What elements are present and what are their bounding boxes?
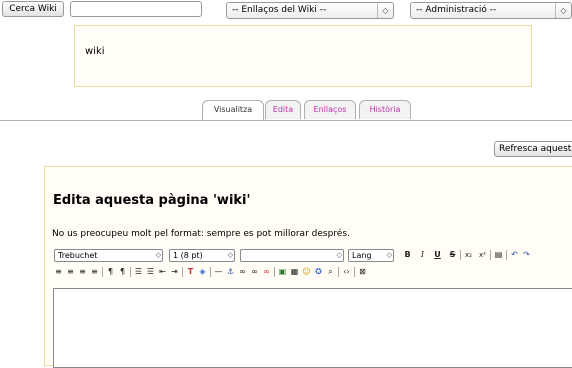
- align-right-icon[interactable]: ≡: [78, 267, 87, 277]
- italic-icon[interactable]: I: [418, 250, 427, 260]
- chevron-down-icon: ◇: [336, 251, 342, 259]
- underline-icon[interactable]: U: [433, 250, 442, 260]
- outdent-icon[interactable]: ⇤: [158, 267, 167, 277]
- tab-edita[interactable]: Edita: [265, 100, 301, 119]
- smiley-icon[interactable]: ☺: [302, 267, 311, 277]
- ltr-icon[interactable]: ¶: [106, 267, 115, 277]
- superscript-icon[interactable]: x²: [478, 250, 487, 260]
- chevron-down-icon: ◇: [227, 251, 233, 259]
- lang-value: Lang: [352, 251, 372, 260]
- anchor-icon[interactable]: ⚓: [226, 267, 235, 277]
- toolbar-separator: [506, 250, 507, 260]
- search-input[interactable]: [70, 1, 202, 17]
- special-char-icon[interactable]: ✪: [314, 267, 323, 277]
- align-center-icon[interactable]: ≡: [66, 267, 75, 277]
- unordered-list-icon[interactable]: ☰: [146, 267, 155, 277]
- bold-icon[interactable]: B: [403, 250, 412, 260]
- font-family-value: Trebuchet: [58, 251, 98, 260]
- wiki-links-select[interactable]: -- Enllaços del Wiki -- ◇: [226, 2, 394, 19]
- font-size-value: 1 (8 pt): [173, 251, 203, 260]
- text-color-icon[interactable]: T: [186, 267, 195, 277]
- wiki-name-box: wiki: [74, 25, 532, 87]
- wiki-links-select-label: -- Enllaços del Wiki --: [232, 5, 327, 15]
- tab-visualitza[interactable]: Visualitza: [202, 100, 264, 120]
- toolbar-separator: [354, 267, 355, 277]
- align-left-icon[interactable]: ≡: [54, 267, 63, 277]
- table-icon[interactable]: ▦: [290, 267, 299, 277]
- toolbar-separator: [182, 267, 183, 277]
- lang-select[interactable]: Lang ◇: [348, 249, 394, 262]
- background-color-icon[interactable]: ◈: [198, 267, 207, 277]
- chevron-down-icon: ◇: [555, 3, 571, 18]
- tab-enllacos[interactable]: Enllaços: [304, 100, 356, 119]
- editor-textarea[interactable]: [53, 288, 572, 368]
- toolbar-separator: [338, 267, 339, 277]
- search-replace-icon[interactable]: ⌕: [326, 267, 335, 277]
- administration-select-label: -- Administració --: [416, 5, 497, 15]
- font-family-select[interactable]: Trebuchet ◇: [54, 249, 163, 262]
- administration-select[interactable]: -- Administració -- ◇: [410, 2, 572, 19]
- link-icon[interactable]: ∞: [238, 267, 247, 277]
- refresh-button[interactable]: Refresca aquesta: [494, 141, 572, 157]
- indent-icon[interactable]: ⇥: [170, 267, 179, 277]
- chevron-down-icon: ◇: [155, 251, 161, 259]
- toolbar-separator: [102, 267, 103, 277]
- horizontal-rule-icon[interactable]: —: [214, 267, 223, 277]
- edit-heading: Edita aquesta pàgina 'wiki': [53, 193, 251, 208]
- toolbar-separator: [130, 267, 131, 277]
- edit-hint: No us preocupeu molt pel format: sempre …: [52, 229, 350, 239]
- chevron-down-icon: ◇: [386, 251, 392, 259]
- image-icon[interactable]: ▣: [278, 267, 287, 277]
- fullscreen-icon[interactable]: ⊠: [358, 267, 367, 277]
- wiki-name: wiki: [85, 46, 105, 57]
- toolbar-separator: [490, 250, 491, 260]
- nolink-icon[interactable]: ∞: [262, 267, 271, 277]
- subscript-icon[interactable]: x₂: [464, 250, 473, 260]
- align-justify-icon[interactable]: ≡: [90, 267, 99, 277]
- tab-divider: [0, 120, 572, 121]
- rtl-icon[interactable]: ¶: [118, 267, 127, 277]
- unlink-icon[interactable]: ∞: [250, 267, 259, 277]
- toolbar-separator: [274, 267, 275, 277]
- tab-historia[interactable]: Història: [359, 100, 411, 119]
- style-select[interactable]: ◇: [240, 249, 344, 262]
- undo-icon[interactable]: ↶: [510, 250, 519, 260]
- chevron-down-icon: ◇: [377, 3, 393, 18]
- toolbar-separator: [210, 267, 211, 277]
- ordered-list-icon[interactable]: ☰: [134, 267, 143, 277]
- redo-icon[interactable]: ↷: [522, 250, 531, 260]
- strikethrough-icon[interactable]: S: [448, 250, 457, 260]
- clean-icon[interactable]: ▤: [494, 250, 503, 260]
- toolbar-separator: [460, 250, 461, 260]
- font-size-select[interactable]: 1 (8 pt) ◇: [169, 249, 235, 262]
- html-source-icon[interactable]: ‹›: [342, 267, 351, 277]
- search-wiki-button[interactable]: Cerca Wiki: [2, 1, 64, 17]
